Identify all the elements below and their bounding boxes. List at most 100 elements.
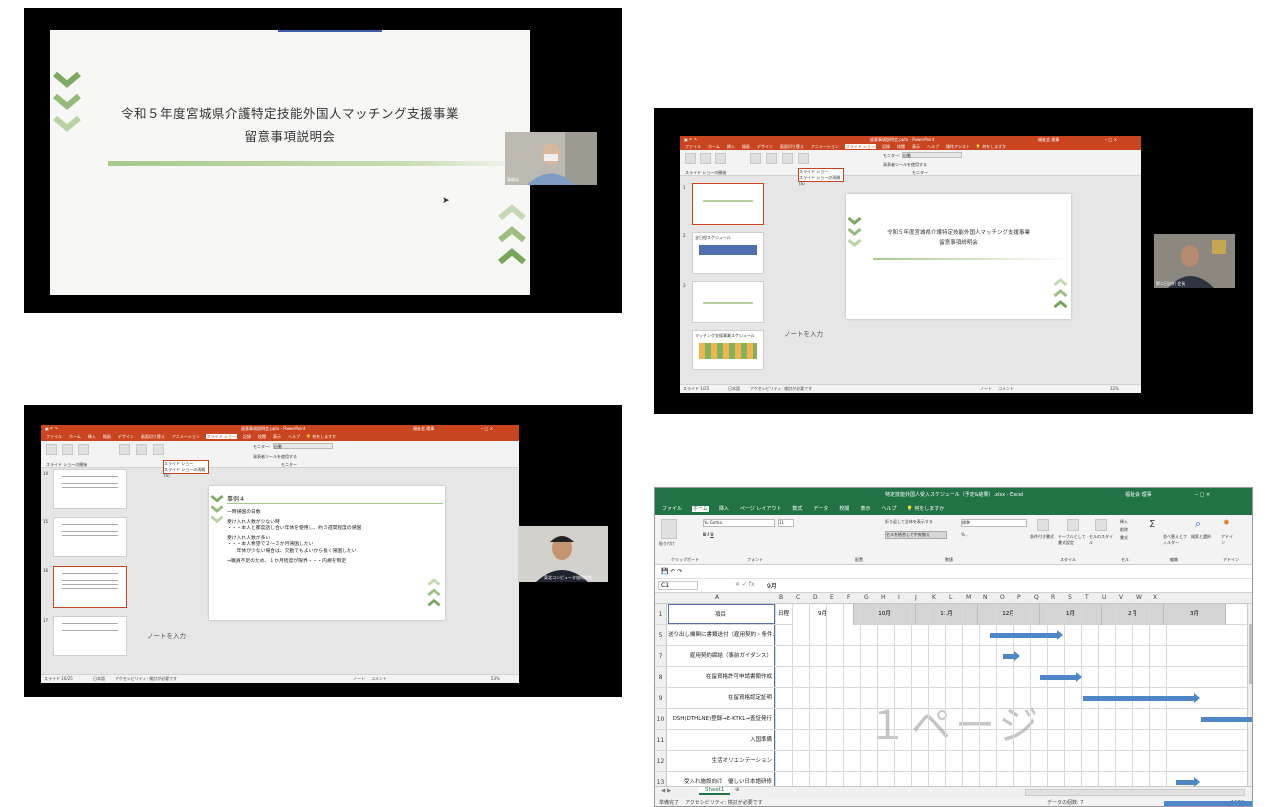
slide-thumbnail-1[interactable]: [692, 183, 764, 225]
column-header[interactable]: K: [932, 594, 936, 601]
formula-icons[interactable]: ✕ ✓ fx: [735, 581, 755, 588]
font-name-select[interactable]: Yu Gothic: [703, 519, 775, 527]
save-icon[interactable]: 💾 ↶ ↷: [661, 568, 682, 575]
zoom-level[interactable]: 32%: [1110, 385, 1119, 393]
column-header[interactable]: H: [881, 594, 886, 601]
tab-7[interactable]: 表示: [859, 506, 871, 512]
tab-3[interactable]: 描画: [741, 144, 751, 149]
table-format-button[interactable]: [1067, 519, 1079, 531]
addin-icon[interactable]: ✸: [1223, 518, 1230, 527]
column-header[interactable]: O: [1000, 594, 1005, 601]
column-header[interactable]: R: [1051, 594, 1055, 601]
tab-12[interactable]: 操作アシスト: [945, 144, 971, 149]
column-header[interactable]: M: [966, 594, 971, 601]
tab-0[interactable]: ファイル: [45, 434, 63, 439]
horizontal-scrollbar[interactable]: [1025, 789, 1245, 796]
tab-5[interactable]: 画面切り替え: [140, 434, 166, 439]
monitor-select[interactable]: 自動: [902, 152, 962, 158]
add-sheet-icon[interactable]: ⊕: [735, 787, 740, 793]
tab-6[interactable]: アニメーション: [171, 434, 201, 439]
cell-styles-button[interactable]: [1095, 519, 1107, 531]
main-slide-canvas[interactable]: 令和５年度宮城県介護特定技能外国人マッチング支援事業 留意事項説明会: [846, 194, 1071, 319]
rehearse-button[interactable]: [153, 444, 164, 455]
column-header[interactable]: G: [864, 594, 869, 601]
setup-show-button[interactable]: [119, 444, 130, 455]
tab-4[interactable]: 数式: [791, 506, 803, 512]
row-number[interactable]: 11: [655, 730, 667, 750]
column-header[interactable]: N: [983, 594, 988, 601]
row-number[interactable]: 9: [655, 688, 667, 708]
tab-7[interactable]: スライド ショー: [205, 434, 238, 439]
slide-thumbnail-16[interactable]: [53, 566, 127, 608]
row-number[interactable]: 8: [655, 667, 667, 687]
tab-5[interactable]: 画面切り替え: [779, 144, 805, 149]
slide-thumbnail-pane[interactable]: 1 2 全日程スケジュール 3 マッチング支援事業スケジュール: [680, 177, 768, 384]
tell-me-search[interactable]: 💡 何をしますか: [306, 434, 336, 439]
tab-0[interactable]: ファイル: [661, 506, 683, 512]
hide-slide-button[interactable]: [766, 153, 777, 164]
tell-me-search[interactable]: 💡 何をしますか: [906, 506, 944, 512]
task-cell[interactable]: 受入れ施設向け 優しい日本語研修: [668, 772, 775, 786]
search-icon[interactable]: ⌕: [1195, 517, 1201, 531]
number-format-select[interactable]: 標準: [961, 519, 1027, 527]
rehearse-button[interactable]: [782, 153, 793, 164]
column-header[interactable]: V: [1119, 594, 1123, 601]
notes-button[interactable]: ノート: [353, 675, 365, 683]
find-select-button[interactable]: 検索と選択: [1191, 534, 1215, 540]
column-header[interactable]: S: [1068, 594, 1072, 601]
bold-button[interactable]: B I U: [703, 532, 714, 537]
row-number[interactable]: 10: [655, 709, 667, 729]
notes-button[interactable]: ノート: [980, 385, 992, 393]
slide-thumbnail-2[interactable]: 全日程スケジュール: [692, 232, 764, 274]
notes-placeholder[interactable]: ノートを入力: [784, 328, 823, 338]
task-cell[interactable]: 在留資格認定証明: [668, 688, 775, 708]
row-number[interactable]: 1: [655, 604, 667, 624]
column-header[interactable]: P: [1017, 594, 1021, 601]
setup-show-button[interactable]: [750, 153, 761, 164]
record-button[interactable]: [798, 153, 809, 164]
zoom-level[interactable]: 53%: [491, 675, 500, 683]
tab-7[interactable]: スライド ショー: [844, 144, 877, 149]
column-header[interactable]: T: [1085, 594, 1089, 601]
slide-thumbnail-17[interactable]: [53, 616, 127, 656]
column-header[interactable]: J: [915, 594, 917, 601]
tab-10[interactable]: 表示: [272, 434, 282, 439]
presenter-view-checkbox[interactable]: 発表者ツールを使用する: [883, 162, 927, 168]
save-icon[interactable]: ▣ ↶ ↷: [45, 425, 58, 432]
tab-11[interactable]: ヘルプ: [926, 144, 940, 149]
slide-thumbnail-3[interactable]: [692, 281, 764, 323]
column-header[interactable]: U: [1102, 594, 1106, 601]
tab-11[interactable]: ヘルプ: [287, 434, 301, 439]
column-header[interactable]: W: [1136, 594, 1142, 601]
tell-me-search[interactable]: 💡 何をしますか: [976, 144, 1006, 149]
column-header[interactable]: A: [715, 594, 719, 601]
tab-10[interactable]: 表示: [911, 144, 921, 149]
from-current-button[interactable]: [700, 153, 711, 164]
tab-4[interactable]: デザイン: [117, 434, 135, 439]
vertical-scrollbar[interactable]: [1247, 604, 1252, 786]
monitor-select[interactable]: 自動: [273, 443, 333, 449]
font-size-select[interactable]: 11: [778, 519, 794, 527]
notes-placeholder[interactable]: ノートを入力: [147, 630, 186, 640]
format-button[interactable]: 書式: [1120, 535, 1128, 541]
conditional-format-button[interactable]: [1037, 519, 1049, 531]
tab-6[interactable]: 校閲: [838, 506, 850, 512]
tab-3[interactable]: 描画: [102, 434, 112, 439]
row-number[interactable]: 5: [655, 625, 667, 645]
presenter-view-checkbox[interactable]: 発表者ツールを使用する: [253, 454, 297, 460]
task-cell[interactable]: DSH(DTHLNE)登録→E-KTKL→査証発行: [668, 709, 775, 729]
main-slide-canvas[interactable]: 事例４ 一時帰国の日数 受け入れ人数が少ない時 ・・・本人と都度話し合い年休を使用し…: [209, 486, 445, 620]
dropdown-item-resume[interactable]: スライド ショーの再開(S): [799, 175, 843, 186]
column-header[interactable]: L: [949, 594, 952, 601]
sheet-tab[interactable]: Sheet1: [699, 787, 731, 795]
paste-button[interactable]: [661, 519, 677, 539]
from-beginning-button[interactable]: [685, 153, 696, 164]
comments-button[interactable]: コメント: [371, 675, 387, 683]
column-header[interactable]: C: [796, 594, 800, 601]
window-controls[interactable]: ─ □ ✕: [1195, 488, 1210, 503]
task-cell[interactable]: 在留資格許可申請書類作成: [668, 667, 775, 687]
slide-thumbnail-4[interactable]: マッチング支援事業スケジュール: [692, 330, 764, 370]
tab-2[interactable]: 挿入: [718, 506, 730, 512]
tab-6[interactable]: アニメーション: [810, 144, 840, 149]
tab-2[interactable]: 挿入: [87, 434, 97, 439]
